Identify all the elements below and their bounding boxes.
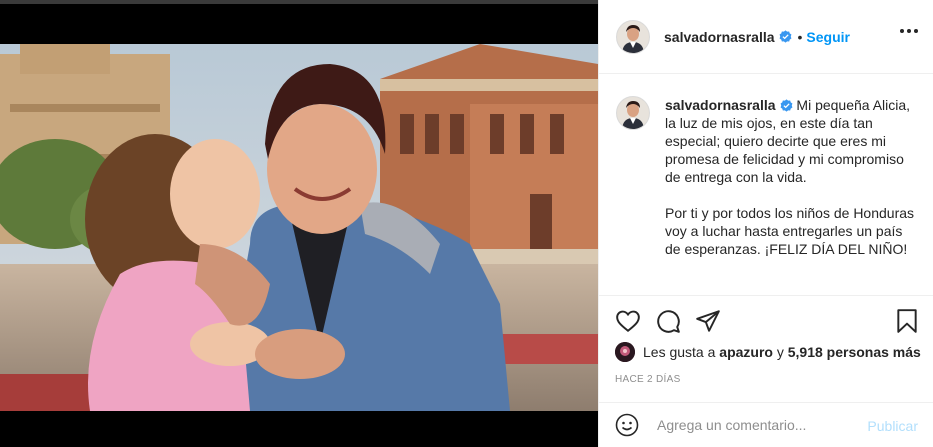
- emoji-icon[interactable]: [615, 413, 639, 437]
- comment-input[interactable]: [655, 416, 869, 434]
- publish-button[interactable]: Publicar: [867, 418, 918, 434]
- caption-area: salvadornasralla Mi pequeña Alicia, la l…: [599, 74, 933, 296]
- post-caption: salvadornasralla Mi pequeña Alicia, la l…: [665, 96, 920, 258]
- avatar-image: [617, 97, 649, 129]
- post-media: [0, 0, 598, 447]
- header-username[interactable]: salvadornasralla: [664, 29, 775, 45]
- share-icon[interactable]: [695, 308, 721, 334]
- header-avatar[interactable]: [616, 19, 650, 54]
- verified-badge-icon: [779, 30, 791, 43]
- likes-prefix: Les gusta a: [643, 344, 716, 360]
- avatar-image: [615, 342, 635, 362]
- likes-and: y: [776, 344, 784, 360]
- more-options-icon[interactable]: [900, 29, 918, 33]
- liker-avatar[interactable]: [615, 342, 635, 362]
- likes-count[interactable]: 5,918 personas más: [788, 344, 921, 360]
- avatar-image: [617, 20, 649, 53]
- likes-summary: Les gusta a apazuro y 5,918 personas más: [615, 342, 921, 362]
- verified-badge-icon: [780, 99, 792, 112]
- post-side-panel: salvadornasralla • Seguir salvadornasral…: [598, 0, 933, 447]
- post-photo[interactable]: [0, 44, 598, 411]
- follow-button[interactable]: Seguir: [806, 29, 850, 45]
- caption-avatar[interactable]: [616, 96, 650, 130]
- header-separator: •: [797, 28, 803, 45]
- caption-text-2: Por ti y por todos los niños de Honduras…: [665, 205, 918, 257]
- likes-user[interactable]: apazuro: [719, 344, 773, 360]
- media-top-strip: [0, 0, 598, 4]
- post-timestamp[interactable]: HACE 2 DÍAS: [615, 374, 681, 385]
- comment-icon[interactable]: [655, 308, 681, 334]
- photo-illustration: [0, 44, 598, 411]
- bookmark-icon[interactable]: [894, 308, 920, 334]
- comment-bar: Publicar: [599, 402, 933, 447]
- post-header: salvadornasralla • Seguir: [599, 0, 933, 74]
- action-bar: [599, 296, 933, 346]
- caption-username[interactable]: salvadornasralla: [665, 97, 776, 113]
- heart-icon[interactable]: [615, 308, 641, 334]
